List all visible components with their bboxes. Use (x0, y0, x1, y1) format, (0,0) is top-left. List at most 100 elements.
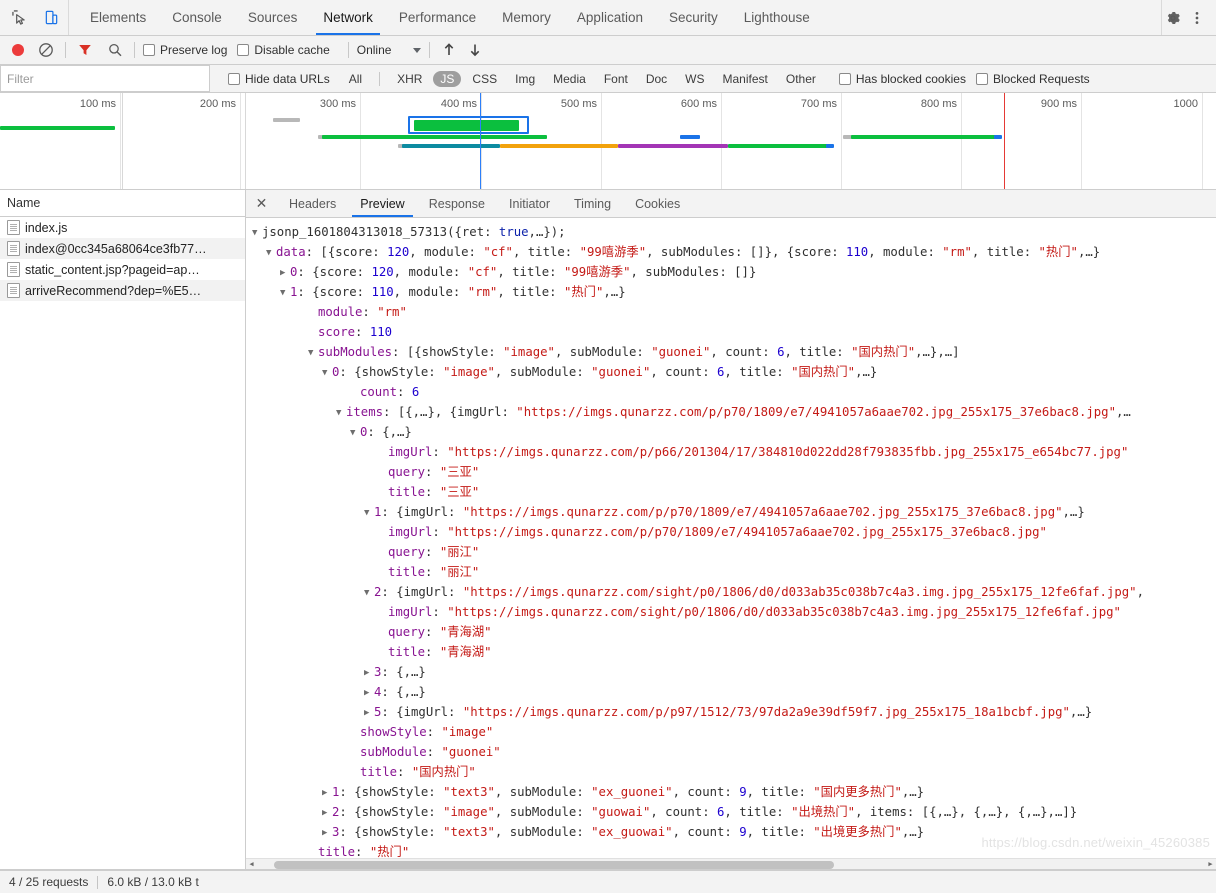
json-tree-line[interactable]: ▶count: 6 (250, 382, 1216, 402)
json-tree-line[interactable]: ▶query: "三亚" (250, 462, 1216, 482)
json-tree-line[interactable]: ▶score: 110 (250, 322, 1216, 342)
disable-cache-checkbox[interactable]: Disable cache (237, 43, 330, 57)
json-tree-line[interactable]: ▶title: "丽江" (250, 562, 1216, 582)
triangle-down-icon[interactable]: ▼ (252, 223, 262, 242)
clear-prohibited-icon[interactable] (35, 39, 57, 61)
request-row[interactable]: static_content.jsp?pageid=ap… (0, 259, 245, 280)
json-tree-line[interactable]: ▶ 0: {score: 120, module: "cf", title: "9… (250, 262, 1216, 282)
gear-icon[interactable] (1162, 7, 1184, 29)
tab-cookies[interactable]: Cookies (623, 190, 692, 217)
json-tree-line[interactable]: ▶query: "青海湖" (250, 622, 1216, 642)
triangle-down-icon[interactable]: ▼ (280, 283, 290, 302)
tab-memory[interactable]: Memory (489, 0, 564, 35)
filter-input[interactable] (0, 65, 210, 92)
tab-application[interactable]: Application (564, 0, 656, 35)
vertical-dots-icon[interactable] (1186, 7, 1208, 29)
device-toolbar-icon[interactable] (40, 7, 62, 29)
tab-security[interactable]: Security (656, 0, 731, 35)
tab-preview[interactable]: Preview (348, 190, 416, 217)
triangle-down-icon[interactable]: ▼ (266, 243, 276, 262)
tab-initiator[interactable]: Initiator (497, 190, 562, 217)
triangle-right-icon[interactable]: ▶ (364, 683, 374, 702)
hide-data-urls-checkbox[interactable]: Hide data URLs (228, 72, 330, 86)
filter-type-img[interactable]: Img (508, 71, 542, 87)
json-tree-line[interactable]: ▼ items: [{,…}, {imgUrl: "https://imgs.qu… (250, 402, 1216, 422)
json-tree-line[interactable]: ▶title: "国内热门" (250, 762, 1216, 782)
triangle-down-icon[interactable]: ▼ (322, 363, 332, 382)
download-arrow-icon[interactable] (464, 39, 486, 61)
network-overview-timeline[interactable]: 100 ms 200 ms 300 ms 400 ms 500 ms 600 ms 700 … (0, 93, 1216, 190)
horizontal-scrollbar[interactable]: ◀ ▶ (246, 858, 1216, 869)
throttling-select[interactable]: Online (357, 43, 422, 57)
json-tree-line[interactable]: ▶title: "三亚" (250, 482, 1216, 502)
filter-type-all[interactable]: All (342, 71, 369, 87)
scrollbar-thumb[interactable] (274, 861, 834, 869)
json-preview-tree[interactable]: ▼ jsonp_1601804313018_57313({ret: true,…}… (246, 218, 1216, 869)
blocked-requests-checkbox[interactable]: Blocked Requests (975, 72, 1090, 86)
json-tree-line[interactable]: ▼ 2: {imgUrl: "https://imgs.qunarzz.com/s… (250, 582, 1216, 602)
filter-type-js[interactable]: JS (433, 70, 462, 87)
json-tree-line[interactable]: ▶ 4: {,…} (250, 682, 1216, 702)
json-tree-line[interactable]: ▶module: "rm" (250, 302, 1216, 322)
filter-type-doc[interactable]: Doc (639, 71, 674, 87)
json-tree-line[interactable]: ▶imgUrl: "https://imgs.qunarzz.com/sight… (250, 602, 1216, 622)
tab-timing[interactable]: Timing (562, 190, 623, 217)
search-icon[interactable] (104, 39, 126, 61)
preserve-log-checkbox[interactable]: Preserve log (143, 43, 227, 57)
filter-type-media[interactable]: Media (546, 71, 593, 87)
json-tree-line[interactable]: ▶imgUrl: "https://imgs.qunarzz.com/p/p66… (250, 442, 1216, 462)
filter-type-css[interactable]: CSS (465, 71, 504, 87)
close-x-icon[interactable]: ✕ (246, 190, 277, 217)
json-tree-line[interactable]: ▶ 5: {imgUrl: "https://imgs.qunarzz.com/p… (250, 702, 1216, 722)
tab-performance[interactable]: Performance (386, 0, 489, 35)
json-tree-line[interactable]: ▼ jsonp_1601804313018_57313({ret: true,…}… (250, 222, 1216, 242)
cursor-inspect-icon[interactable] (8, 7, 30, 29)
triangle-right-icon[interactable]: ▶ (322, 783, 332, 802)
funnel-icon[interactable] (74, 39, 96, 61)
request-row[interactable]: index@0cc345a68064ce3fb77… (0, 238, 245, 259)
tab-headers[interactable]: Headers (277, 190, 348, 217)
json-tree-line[interactable]: ▼ subModules: [{showStyle: "image", subMo… (250, 342, 1216, 362)
triangle-right-icon[interactable]: ▶ (364, 703, 374, 722)
triangle-down-icon[interactable]: ▼ (364, 503, 374, 522)
tab-elements[interactable]: Elements (77, 0, 159, 35)
scroll-left-arrow-icon[interactable]: ◀ (246, 858, 257, 869)
json-tree-line[interactable]: ▶ 1: {showStyle: "text3", subModule: "ex_… (250, 782, 1216, 802)
request-list-header[interactable]: Name (0, 190, 245, 217)
json-tree-line[interactable]: ▶title: "青海湖" (250, 642, 1216, 662)
tab-console[interactable]: Console (159, 0, 235, 35)
json-tree-line[interactable]: ▶ 3: {,…} (250, 662, 1216, 682)
upload-arrow-icon[interactable] (438, 39, 460, 61)
tab-lighthouse[interactable]: Lighthouse (731, 0, 823, 35)
json-tree-line[interactable]: ▶showStyle: "image" (250, 722, 1216, 742)
triangle-right-icon[interactable]: ▶ (364, 663, 374, 682)
json-tree-line[interactable]: ▼ 1: {score: 110, module: "rm", title: "热… (250, 282, 1216, 302)
json-tree-line[interactable]: ▶ 2: {showStyle: "image", subModule: "guo… (250, 802, 1216, 822)
tab-sources[interactable]: Sources (235, 0, 311, 35)
tab-network[interactable]: Network (310, 0, 386, 35)
filter-type-xhr[interactable]: XHR (390, 71, 429, 87)
has-blocked-cookies-checkbox[interactable]: Has blocked cookies (838, 72, 966, 86)
json-tree-line[interactable]: ▶subModule: "guonei" (250, 742, 1216, 762)
tab-response[interactable]: Response (417, 190, 497, 217)
triangle-down-icon[interactable]: ▼ (336, 403, 346, 422)
json-tree-line[interactable]: ▼ data: [{score: 120, module: "cf", title… (250, 242, 1216, 262)
record-circle-icon[interactable] (7, 39, 29, 61)
filter-type-ws[interactable]: WS (678, 71, 711, 87)
json-tree-line[interactable]: ▼ 0: {showStyle: "image", subModule: "guo… (250, 362, 1216, 382)
json-tree-line[interactable]: ▶ 3: {showStyle: "text3", subModule: "ex_… (250, 822, 1216, 842)
json-tree-line[interactable]: ▼ 1: {imgUrl: "https://imgs.qunarzz.com/p… (250, 502, 1216, 522)
triangle-down-icon[interactable]: ▼ (350, 423, 360, 442)
request-row[interactable]: arriveRecommend?dep=%E5… (0, 280, 245, 301)
json-tree-line[interactable]: ▶query: "丽江" (250, 542, 1216, 562)
filter-type-font[interactable]: Font (597, 71, 635, 87)
request-row[interactable]: index.js (0, 217, 245, 238)
triangle-down-icon[interactable]: ▼ (364, 583, 374, 602)
json-tree-line[interactable]: ▼ 0: {,…} (250, 422, 1216, 442)
triangle-right-icon[interactable]: ▶ (322, 803, 332, 822)
triangle-down-icon[interactable]: ▼ (308, 343, 318, 362)
triangle-right-icon[interactable]: ▶ (280, 263, 290, 282)
scroll-right-arrow-icon[interactable]: ▶ (1205, 858, 1216, 869)
triangle-right-icon[interactable]: ▶ (322, 823, 332, 842)
filter-type-manifest[interactable]: Manifest (716, 71, 775, 87)
